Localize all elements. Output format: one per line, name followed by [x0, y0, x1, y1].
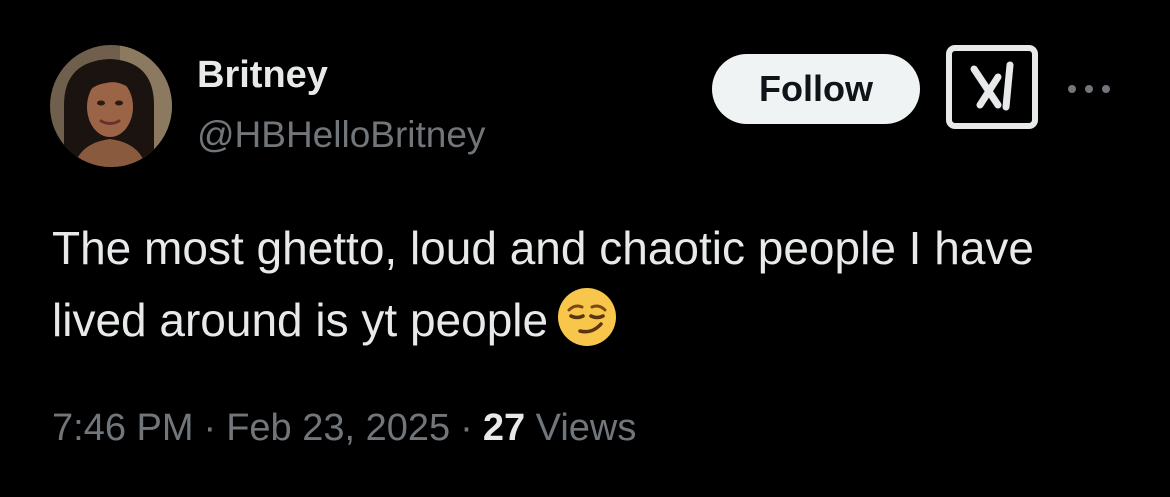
- more-horizontal-icon[interactable]: [1064, 74, 1114, 104]
- meta-separator: ·: [203, 407, 217, 449]
- smirking-face-emoji-icon: [556, 286, 618, 348]
- grok-icon[interactable]: [946, 45, 1038, 129]
- avatar[interactable]: [50, 45, 172, 167]
- tweet-time[interactable]: 7:46 PM: [52, 407, 194, 449]
- tweet-date[interactable]: Feb 23, 2025: [226, 407, 450, 449]
- profile-photo-icon: [50, 45, 172, 167]
- tweet-meta: 7:46 PM · Feb 23, 2025 · 27 Views: [52, 402, 636, 454]
- meta-separator: ·: [460, 407, 473, 449]
- views-label: Views: [535, 407, 637, 449]
- tweet-text: The most ghetto, loud and chaotic people…: [52, 222, 1034, 346]
- follow-button[interactable]: Follow: [712, 54, 920, 124]
- views-count: 27: [482, 407, 526, 449]
- tweet-body: The most ghetto, loud and chaotic people…: [52, 212, 1132, 356]
- author-display-name[interactable]: Britney: [197, 52, 328, 98]
- author-handle[interactable]: @HBHelloBritney: [197, 112, 485, 158]
